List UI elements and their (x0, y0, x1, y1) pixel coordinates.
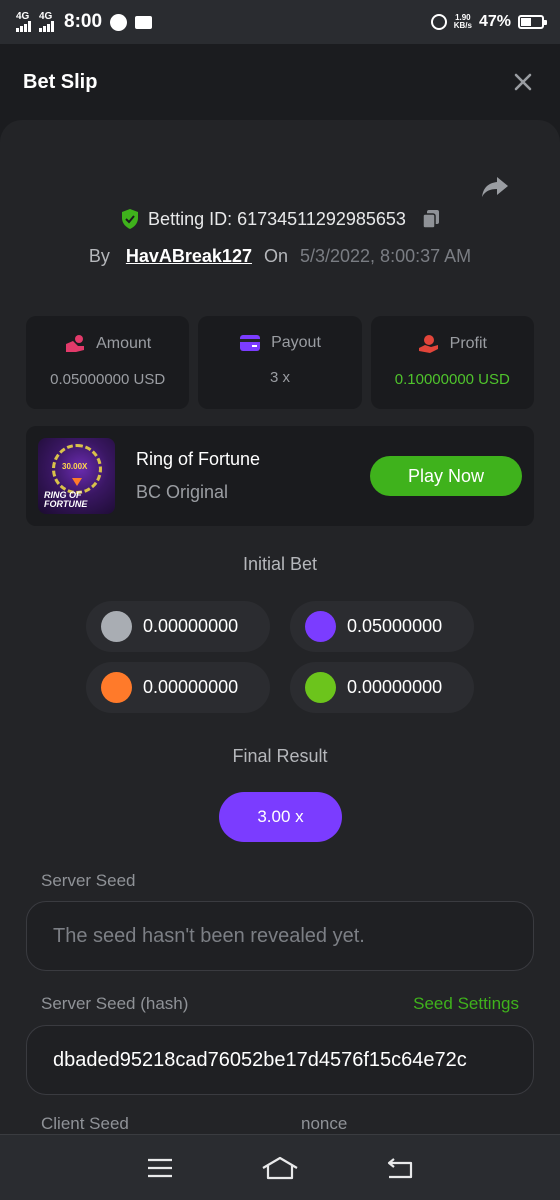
share-button[interactable] (480, 172, 510, 202)
verified-shield-icon (122, 209, 139, 229)
on-label: On (263, 246, 288, 266)
server-seed-hash-label: Server Seed (hash) (41, 994, 189, 1013)
game-thumbnail[interactable]: 30.00X RING OF FORTUNE (38, 438, 115, 514)
clock: 8:00 (64, 11, 103, 32)
signal-icon: 4G (16, 12, 31, 32)
stat-value: 0.10000000 USD (394, 371, 510, 388)
stat-value: 0.05000000 USD (50, 371, 166, 388)
chip-value: 0.00000000 (143, 616, 239, 636)
stat-label: Profit (449, 335, 487, 352)
back-button[interactable] (380, 1148, 420, 1188)
play-now-button[interactable]: Play Now (370, 456, 522, 496)
mail-icon (135, 15, 153, 29)
home-button[interactable] (260, 1148, 300, 1188)
bet-chip: 0.00000000 (290, 662, 474, 713)
system-nav-bar (0, 1134, 560, 1200)
bet-date: 5/3/2022, 8:00:37 AM (299, 246, 472, 266)
close-icon (514, 73, 532, 91)
home-icon (262, 1156, 298, 1179)
status-left: 4G 4G 8:00 (16, 11, 153, 33)
initial-bet-label: Initial Bet (242, 554, 318, 574)
bet-chip: 0.00000000 (86, 601, 270, 652)
thumbnail-multiplier: 30.00X (62, 462, 88, 471)
share-icon (482, 177, 508, 197)
server-seed-field[interactable]: The seed hasn't been revealed yet. (26, 901, 534, 971)
close-button[interactable] (509, 68, 537, 96)
bet-author-row: By HavABreak127 On 5/3/2022, 8:00:37 AM (0, 246, 560, 267)
game-name: Ring of Fortune (136, 449, 261, 469)
stat-amount: Amount 0.05000000 USD (26, 316, 190, 409)
page-title: Bet Slip (23, 70, 98, 93)
profit-hand-icon (418, 335, 438, 353)
battery-icon (518, 15, 547, 29)
network-type: 4G (16, 11, 30, 22)
modal-header: Bet Slip (0, 44, 560, 120)
game-category: BC Original (136, 482, 229, 502)
speed-unit: KB/s (453, 21, 472, 30)
signal-icon-2: 4G (39, 12, 54, 32)
battery-percent: 47% (478, 13, 511, 30)
game-logo-line2: FORTUNE (44, 499, 88, 509)
coin-icon (101, 672, 132, 703)
menu-icon (148, 1158, 172, 1177)
alarm-icon (430, 14, 447, 30)
stats-row: Amount 0.05000000 USD Payout 3 x Profit … (26, 316, 534, 409)
network-speed: 1.90 KB/s (454, 14, 472, 30)
coin-icon (305, 672, 336, 703)
wallet-hand-icon (66, 335, 85, 352)
bet-chip: 0.05000000 (290, 601, 474, 652)
network-type-2: 4G (39, 11, 53, 22)
bet-slip-panel: Betting ID: 617345112929856​53 By HavABr… (0, 120, 560, 1134)
final-result-badge: 3.00 x (219, 792, 342, 842)
game-logo: RING OF FORTUNE (44, 491, 87, 509)
pointer-graphic (72, 478, 82, 486)
seed-settings-link[interactable]: Seed Settings (413, 994, 519, 1014)
stat-profit: Profit 0.10000000 USD (370, 316, 534, 409)
stat-label: Amount (96, 335, 152, 352)
server-seed-label: Server Seed (41, 871, 136, 890)
menu-button[interactable] (140, 1148, 180, 1188)
bet-chip: 0.00000000 (86, 662, 270, 713)
coin-icon (305, 611, 336, 642)
betting-id: Betting ID: 617345112929856​53 (148, 208, 406, 229)
stat-label: Payout (271, 334, 321, 351)
game-card: 30.00X RING OF FORTUNE Ring of Fortune B… (26, 426, 534, 526)
copy-icon[interactable] (422, 209, 440, 229)
status-right: 1.90 KB/s 47% (430, 13, 547, 31)
server-seed-hash-field[interactable]: dbaded95218cad76052be17d4576f15c64e72c (26, 1025, 534, 1095)
chip-value: 0.00000000 (347, 677, 443, 697)
nonce-label: nonce (301, 1114, 348, 1133)
game-info: Ring of Fortune BC Original (136, 449, 260, 503)
client-seed-label: Client Seed (41, 1114, 129, 1133)
status-bar: 4G 4G 8:00 1.90 KB/s 47% (0, 0, 560, 44)
by-label: By (88, 246, 110, 266)
card-icon (240, 335, 261, 351)
betting-id-row: Betting ID: 617345112929856​53 (0, 208, 560, 230)
final-result-label: Final Result (232, 746, 328, 766)
username-link[interactable]: HavABreak127 (126, 246, 252, 267)
chip-value: 0.05000000 (347, 616, 443, 636)
stat-value: 3 x (269, 369, 290, 386)
coin-icon (101, 611, 132, 642)
chip-value: 0.00000000 (143, 677, 239, 697)
messenger-icon (110, 13, 128, 31)
back-icon (387, 1157, 413, 1178)
stat-payout: Payout 3 x (198, 316, 362, 409)
